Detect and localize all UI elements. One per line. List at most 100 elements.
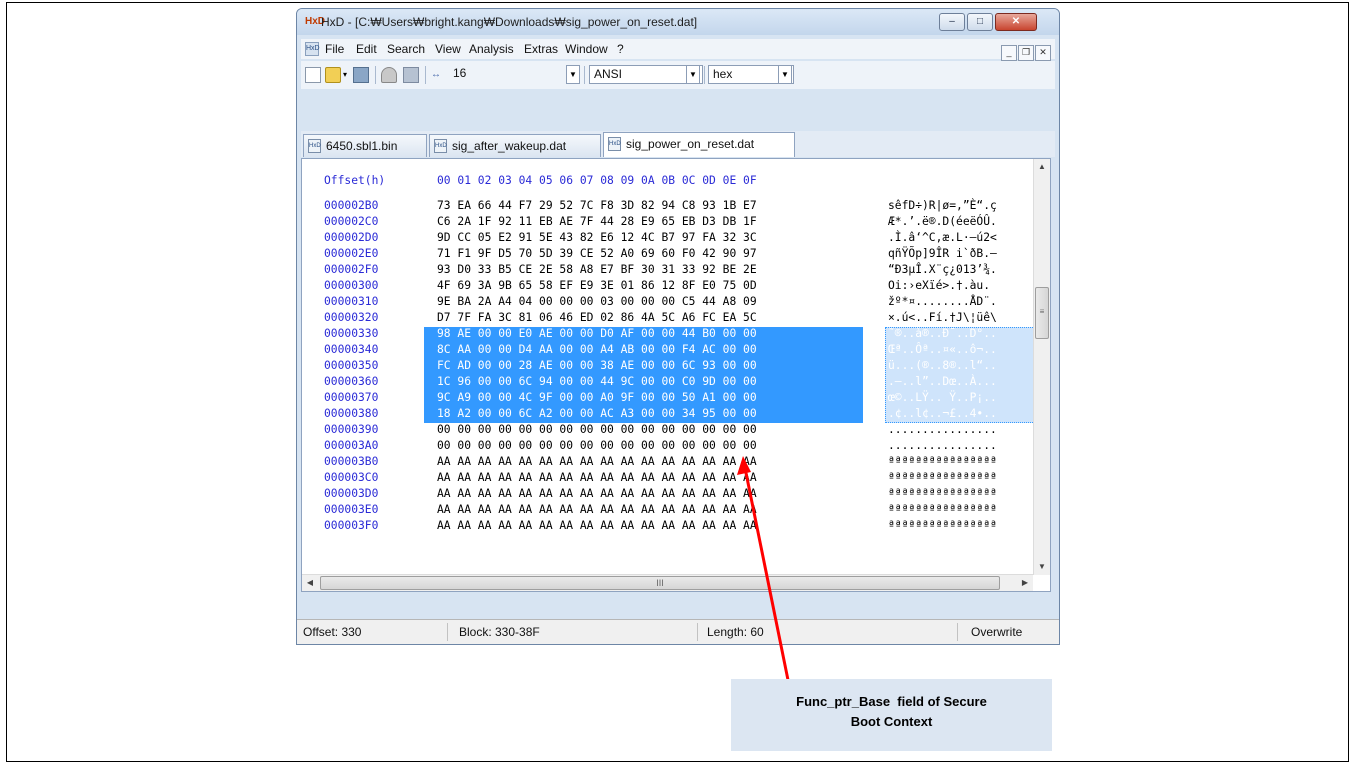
row-bytes[interactable]: D7 7F FA 3C 81 06 46 ED 02 86 4A 5C A6 F… (437, 310, 757, 326)
tab-label: sig_power_on_reset.dat (626, 137, 755, 151)
row-ascii[interactable]: ×.ú<..Fí.†J\¦üê\ (888, 310, 997, 326)
row-ascii[interactable]: .¢..l¢..¬£..4•.. (888, 406, 997, 422)
menu-analysis[interactable]: Analysis (469, 39, 514, 59)
mdi-minimize-button[interactable]: _ (1001, 45, 1017, 61)
tab-label: 6450.sbl1.bin (326, 139, 398, 153)
row-bytes[interactable]: 00 00 00 00 00 00 00 00 00 00 00 00 00 0… (437, 438, 757, 454)
row-ascii[interactable]: .Ì.â‘^C,æ.L·—ú2< (888, 230, 997, 246)
file-icon: HxD (608, 137, 621, 151)
row-bytes[interactable]: AA AA AA AA AA AA AA AA AA AA AA AA AA A… (437, 470, 757, 486)
row-ascii[interactable]: qñŸÕp]9ÎR i`ðB.— (888, 246, 997, 262)
scroll-up-icon[interactable]: ▲ (1034, 159, 1050, 175)
row-ascii[interactable]: œ©..LŸ.. Ÿ..P¡.. (888, 390, 997, 406)
scroll-right-icon[interactable]: ▶ (1017, 575, 1033, 591)
row-ascii[interactable]: ªªªªªªªªªªªªªªªª (888, 486, 997, 502)
menu-file[interactable]: File (325, 39, 344, 59)
row-ascii[interactable]: .–..l”..Dœ..À... (888, 374, 997, 390)
title-bar[interactable]: HxD HxD - [C:₩Users₩bright.kang₩Download… (297, 9, 1059, 35)
row-bytes[interactable]: 98 AE 00 00 E0 AE 00 00 D0 AF 00 00 44 B… (437, 326, 757, 342)
row-ascii[interactable]: ˜®..à®..Ð¯..D°.. (888, 326, 997, 342)
row-bytes[interactable]: AA AA AA AA AA AA AA AA AA AA AA AA AA A… (437, 454, 757, 470)
row-offset: 000003B0 (324, 455, 379, 468)
document-icon[interactable]: HxD (305, 42, 320, 56)
row-bytes[interactable]: 18 A2 00 00 6C A2 00 00 AC A3 00 00 34 9… (437, 406, 757, 422)
hxd-window: HxD HxD - [C:₩Users₩bright.kang₩Download… (296, 8, 1060, 645)
row-bytes[interactable]: 00 00 00 00 00 00 00 00 00 00 00 00 00 0… (437, 422, 757, 438)
row-bytes[interactable]: 1C 96 00 00 6C 94 00 00 44 9C 00 00 C0 9… (437, 374, 757, 390)
open-dropdown-icon[interactable]: ▾ (343, 67, 351, 83)
maximize-button[interactable]: □ (967, 13, 993, 31)
mdi-controls: _ ❐ ✕ (1000, 41, 1051, 61)
scroll-left-icon[interactable]: ◀ (302, 575, 318, 591)
horizontal-scrollbar[interactable]: ◀ III ▶ (302, 574, 1033, 591)
tab-bar: HxD 6450.sbl1.bin HxD sig_after_wakeup.dat… (301, 131, 1055, 157)
callout-line-1: Func_ptr_Base field of Secure (796, 694, 987, 709)
row-bytes[interactable]: C6 2A 1F 92 11 EB AE 7F 44 28 E9 65 EB D… (437, 214, 757, 230)
row-ascii[interactable]: ªªªªªªªªªªªªªªªª (888, 518, 997, 534)
tab-sig-after-wakeup[interactable]: HxD sig_after_wakeup.dat (429, 134, 601, 157)
row-ascii[interactable]: “Ð3µÎ.X¨ç¿013’¾. (888, 262, 997, 278)
row-ascii[interactable]: ªªªªªªªªªªªªªªªª (888, 454, 997, 470)
bytes-per-row-dropdown[interactable]: ▼ (566, 65, 580, 84)
charset-dropdown[interactable]: ▼ (686, 65, 700, 84)
row-ascii[interactable]: ü...(®..8®..l“.. (888, 358, 997, 374)
row-bytes[interactable]: AA AA AA AA AA AA AA AA AA AA AA AA AA A… (437, 486, 757, 502)
open-folder-icon[interactable] (325, 67, 341, 83)
row-bytes[interactable]: 9D CC 05 E2 91 5E 43 82 E6 12 4C B7 97 F… (437, 230, 757, 246)
row-offset: 000002E0 (324, 247, 379, 260)
menu-extras[interactable]: Extras (524, 39, 558, 59)
minimize-button[interactable]: – (939, 13, 965, 31)
row-bytes[interactable]: AA AA AA AA AA AA AA AA AA AA AA AA AA A… (437, 518, 757, 534)
status-divider (447, 623, 448, 641)
row-ascii[interactable]: ................ (888, 438, 997, 454)
ram-icon[interactable] (403, 67, 419, 83)
toolbar-separator (425, 66, 426, 84)
row-bytes[interactable]: AA AA AA AA AA AA AA AA AA AA AA AA AA A… (437, 502, 757, 518)
row-bytes[interactable]: 93 D0 33 B5 CE 2E 58 A8 E7 BF 30 31 33 9… (437, 262, 757, 278)
row-bytes[interactable]: 9E BA 2A A4 04 00 00 00 03 00 00 00 C5 4… (437, 294, 757, 310)
horizontal-scroll-thumb[interactable]: III (320, 576, 1000, 590)
row-ascii[interactable]: Æ*.’.ë®.D(éeëÓÛ. (888, 214, 997, 230)
row-offset: 000002C0 (324, 215, 379, 228)
hex-editor[interactable]: Offset(h) 00 01 02 03 04 05 06 07 08 09 … (301, 158, 1051, 592)
menu-help[interactable]: ? (617, 39, 624, 59)
row-ascii[interactable]: Œª..Ôª..¤«..ô¬.. (888, 342, 997, 358)
tab-6450-sbl1[interactable]: HxD 6450.sbl1.bin (303, 134, 427, 157)
menu-search[interactable]: Search (387, 39, 425, 59)
file-icon: HxD (434, 139, 447, 153)
row-ascii[interactable]: Oi:›eXïé>.†.àu. (888, 278, 990, 294)
menu-edit[interactable]: Edit (356, 39, 377, 59)
row-bytes[interactable]: 73 EA 66 44 F7 29 52 7C F8 3D 82 94 C8 9… (437, 198, 757, 214)
hxd-app-icon[interactable]: HxD (305, 15, 325, 28)
offset-base-dropdown[interactable]: ▼ (778, 65, 792, 84)
tab-sig-power-on-reset[interactable]: HxD sig_power_on_reset.dat (603, 132, 795, 157)
row-ascii[interactable]: ªªªªªªªªªªªªªªªª (888, 502, 997, 518)
vertical-scroll-thumb[interactable]: ≡ (1035, 287, 1049, 339)
row-bytes[interactable]: 71 F1 9F D5 70 5D 39 CE 52 A0 69 60 F0 4… (437, 246, 757, 262)
row-ascii[interactable]: sêfD÷)R|ø=,”È“.ç (888, 198, 997, 214)
new-file-icon[interactable] (305, 67, 321, 83)
row-bytes[interactable]: 9C A9 00 00 4C 9F 00 00 A0 9F 00 00 50 A… (437, 390, 757, 406)
row-offset: 00000360 (324, 375, 379, 388)
scroll-down-icon[interactable]: ▼ (1034, 559, 1050, 575)
bytes-per-row-field[interactable]: 16 (449, 65, 511, 84)
mdi-restore-button[interactable]: ❐ (1018, 45, 1034, 61)
row-bytes[interactable]: FC AD 00 00 28 AE 00 00 38 AE 00 00 6C 9… (437, 358, 757, 374)
tab-label: sig_after_wakeup.dat (452, 139, 567, 153)
row-ascii[interactable]: ................ (888, 422, 997, 438)
row-ascii[interactable]: žº*¤........ÅD¨. (888, 294, 997, 310)
menu-view[interactable]: View (435, 39, 461, 59)
menu-bar: HxD File Edit Search View Analysis Extra… (301, 39, 1055, 61)
mdi-close-button[interactable]: ✕ (1035, 45, 1051, 61)
disk-icon[interactable] (381, 67, 397, 83)
vertical-scrollbar[interactable]: ▲ ≡ ▼ (1033, 159, 1050, 575)
row-ascii[interactable]: ªªªªªªªªªªªªªªªª (888, 470, 997, 486)
close-button[interactable]: ✕ (995, 13, 1037, 31)
menu-window[interactable]: Window (565, 39, 608, 59)
row-bytes[interactable]: 8C AA 00 00 D4 AA 00 00 A4 AB 00 00 F4 A… (437, 342, 757, 358)
status-divider (957, 623, 958, 641)
row-bytes[interactable]: 4F 69 3A 9B 65 58 EF E9 3E 01 86 12 8F E… (437, 278, 757, 294)
hex-pane[interactable]: Offset(h) 00 01 02 03 04 05 06 07 08 09 … (302, 159, 1033, 575)
status-bar: Offset: 330 Block: 330-38F Length: 60 Ov… (297, 619, 1059, 644)
save-icon[interactable] (353, 67, 369, 83)
